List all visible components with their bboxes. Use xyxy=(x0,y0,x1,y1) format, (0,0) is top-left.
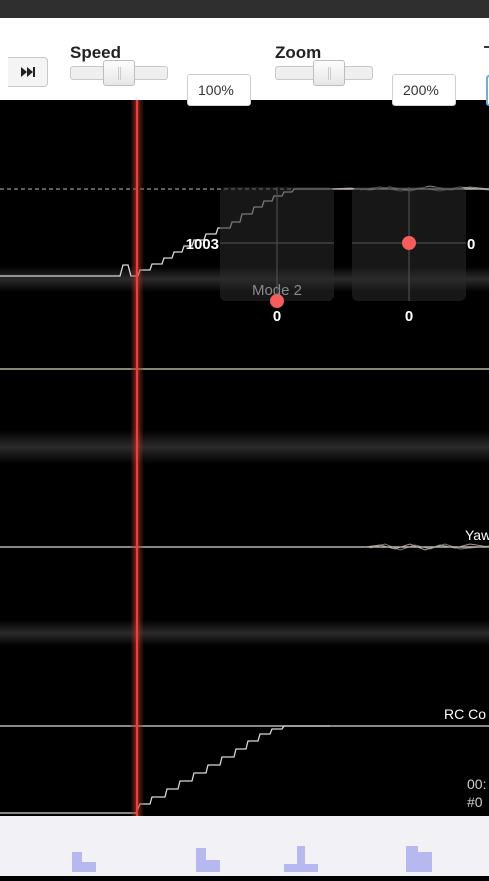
frame-readout: #0 xyxy=(467,794,483,810)
stick-mode-icon-2[interactable] xyxy=(196,848,220,872)
stick-mode-icon-1[interactable] xyxy=(72,852,96,872)
clipped-label xyxy=(484,46,489,54)
zoom-slider[interactable] xyxy=(275,60,373,86)
log-graph-area[interactable]: 1003 0 0 0 Mode 2 Yaw RC Co 00: #0 xyxy=(0,100,489,816)
bottom-bar xyxy=(0,816,489,876)
right-stick-x-value: 0 xyxy=(467,236,475,253)
stick-mode-label: Mode 2 xyxy=(252,282,302,299)
panel-separator-2 xyxy=(0,430,489,464)
graph-canvas[interactable]: 1003 0 0 0 Mode 2 Yaw RC Co 00: #0 xyxy=(0,100,489,816)
jump-to-end-button[interactable] xyxy=(8,57,48,87)
left-stick-x-value: 1003 xyxy=(186,236,219,253)
stick-mode-icon-3[interactable] xyxy=(284,846,318,872)
speed-slider[interactable] xyxy=(70,60,168,86)
right-stick-dot xyxy=(402,236,416,250)
bottom-icons xyxy=(72,846,432,872)
zoom-slider-handle[interactable] xyxy=(313,60,345,86)
left-stick-y-value: 0 xyxy=(273,308,281,325)
rc-command-label: RC Co xyxy=(444,706,486,722)
playback-toolbar: Speed 100% Zoom 200% xyxy=(0,18,489,106)
time-readout: 00: xyxy=(467,776,486,792)
window-top-bar xyxy=(0,0,489,18)
yaw-label: Yaw xyxy=(465,527,489,543)
skip-end-icon xyxy=(20,67,35,77)
panel-separator-3 xyxy=(0,620,489,646)
stick-mode-icon-4[interactable] xyxy=(406,846,432,872)
speed-slider-handle[interactable] xyxy=(103,60,135,86)
rc-throttle-trace xyxy=(0,725,330,814)
right-stick-y-value: 0 xyxy=(405,308,413,325)
